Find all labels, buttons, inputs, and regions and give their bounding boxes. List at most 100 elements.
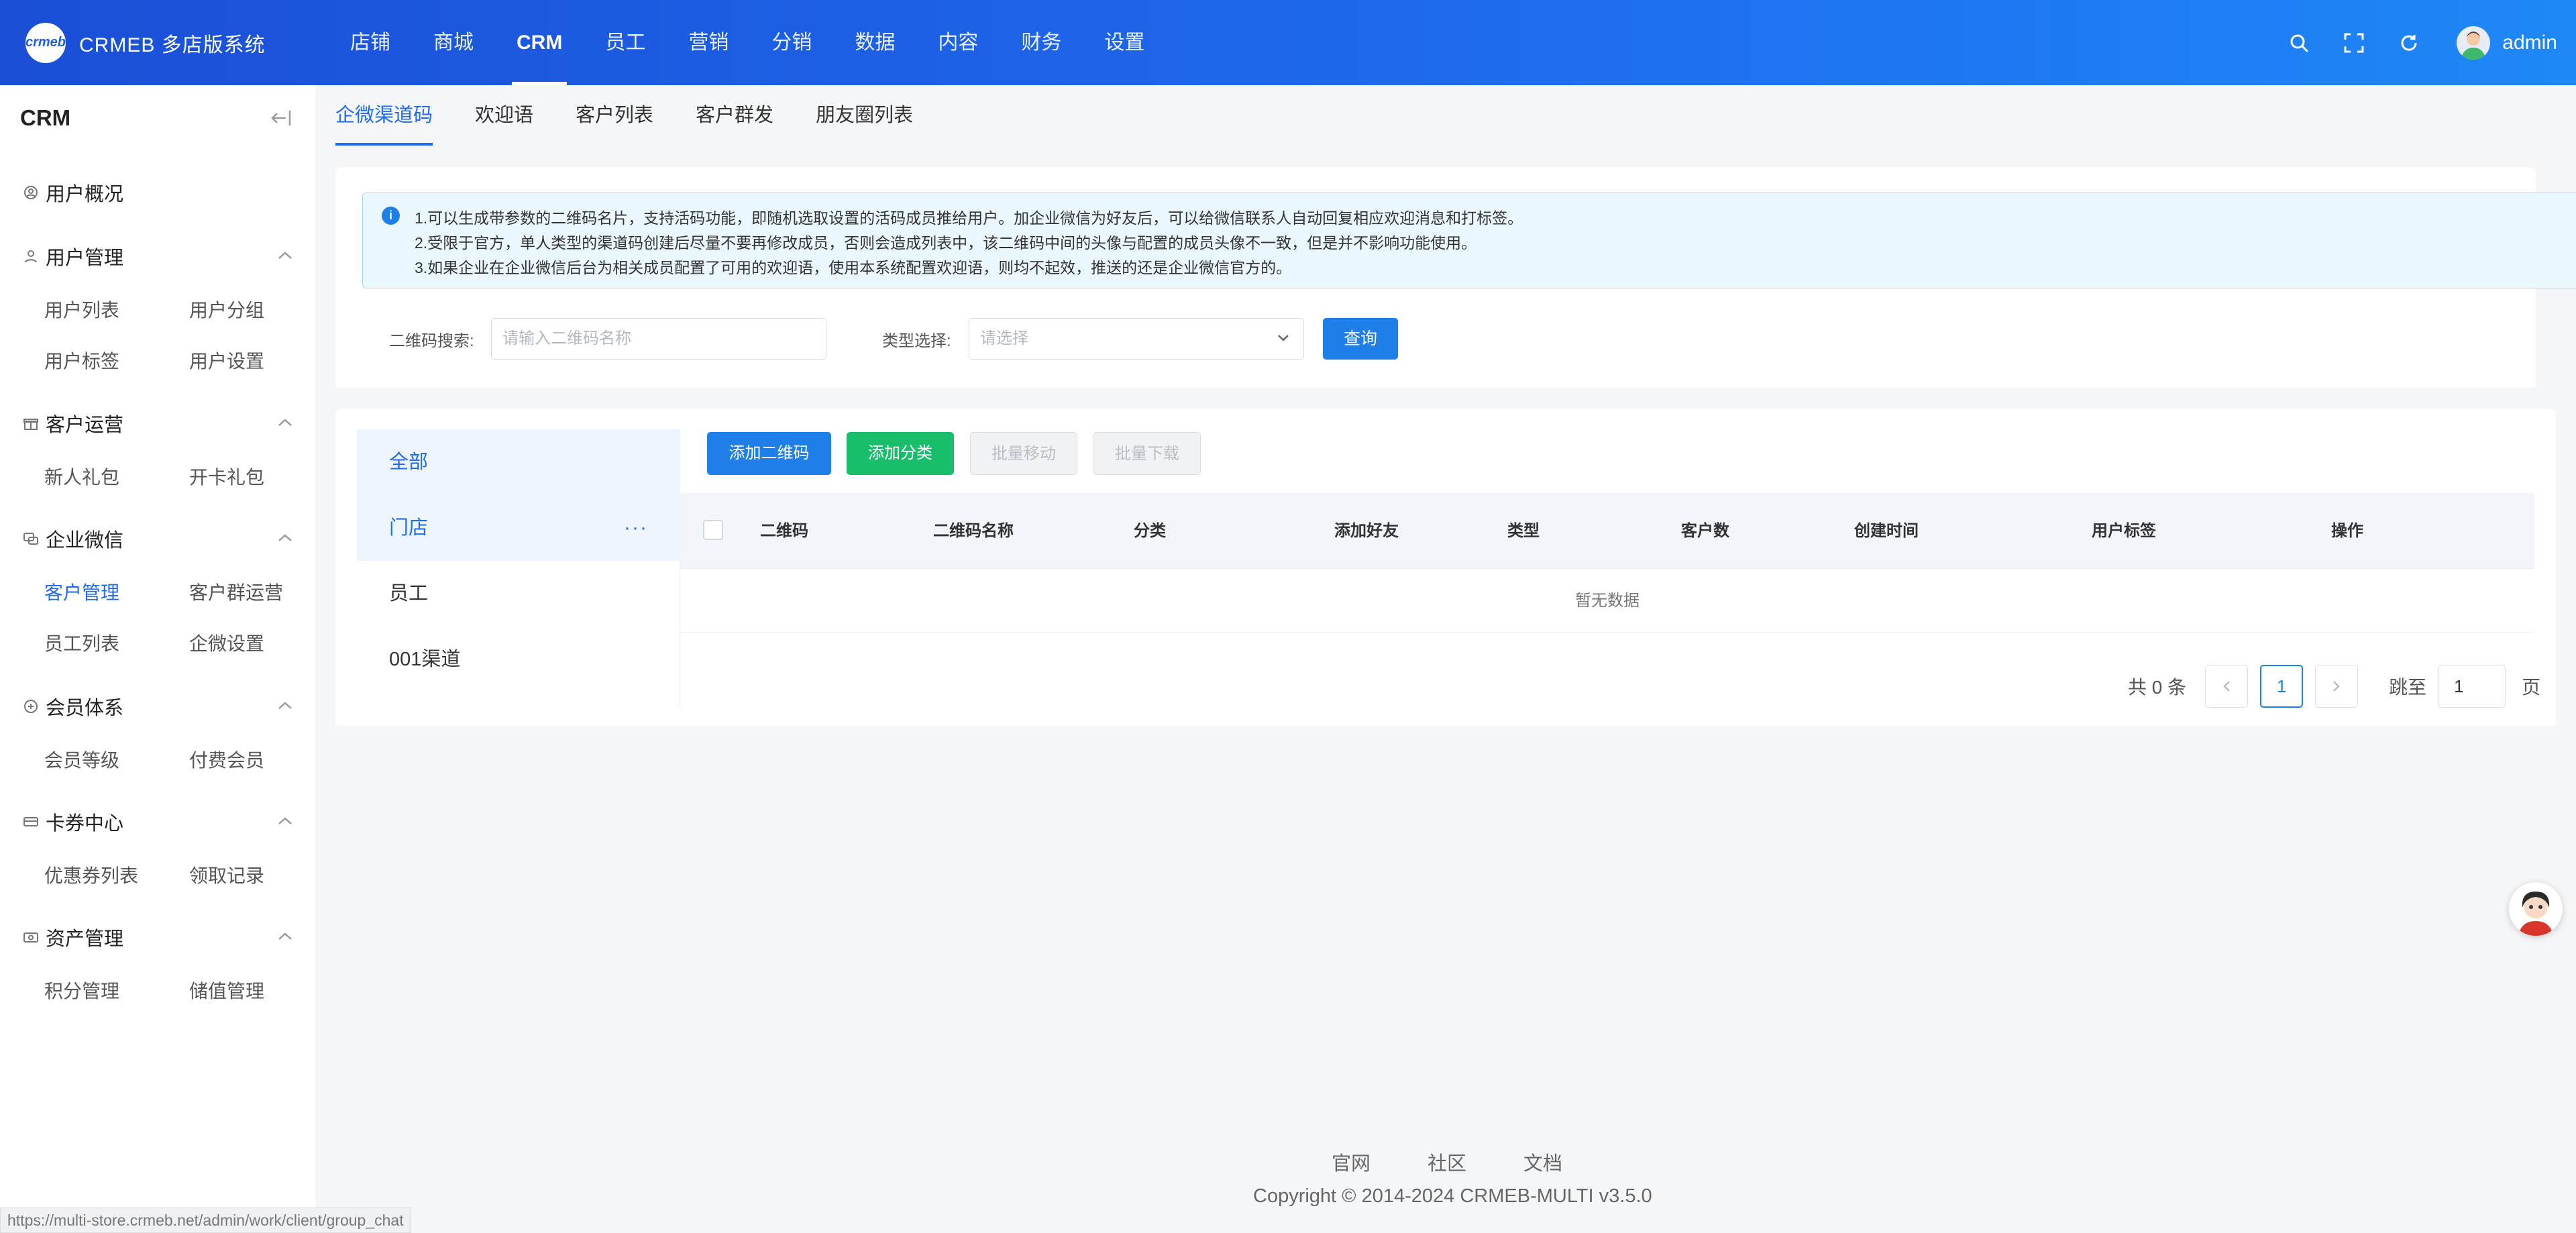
category-staff[interactable]: 员工 [357,561,680,627]
sidebar-group-assets[interactable]: 资产管理 [23,923,123,951]
sub-tabs: 企微渠道码 欢迎语 客户列表 客户群发 朋友圈列表 [335,85,955,146]
collapse-sidebar-icon[interactable] [270,108,292,128]
top-header: crmeb CRMEB 多店版系统 店铺 商城 CRM 员工 营销 分销 数据 … [0,0,2576,85]
chevron-up-icon[interactable] [276,533,294,543]
tab-customer-broadcast[interactable]: 客户群发 [696,85,773,146]
sidebar-item-coupon-list[interactable]: 优惠券列表 [44,861,138,888]
type-select-label: 类型选择: [882,332,951,350]
sidebar-item-user-settings[interactable]: 用户设置 [189,347,264,374]
select-all-checkbox[interactable] [703,520,723,540]
brand-name: CRMEB 多店版系统 [79,34,266,56]
nav-item-store[interactable]: 店铺 [329,0,412,85]
tab-welcome-message[interactable]: 欢迎语 [475,85,533,146]
tab-moments-list[interactable]: 朋友圈列表 [816,85,913,146]
sidebar-title: CRM [20,105,71,130]
page-unit-label: 页 [2522,677,2541,698]
sidebar-group-customer-ops[interactable]: 客户运营 [23,409,123,437]
category-label: 员工 [389,583,429,604]
batch-download-button[interactable]: 批量下载 [1093,432,1201,475]
sidebar-group-wecom[interactable]: 企业微信 [23,525,123,553]
main-nav: 店铺 商城 CRM 员工 营销 分销 数据 内容 财务 设置 [329,0,1166,85]
sidebar-item-user-tags[interactable]: 用户标签 [44,347,119,374]
nav-item-settings[interactable]: 设置 [1083,0,1166,85]
nav-item-distribution[interactable]: 分销 [750,0,833,85]
gift-icon [23,419,38,430]
type-select[interactable]: 请选择 [969,318,1304,360]
batch-move-button[interactable]: 批量移动 [970,432,1077,475]
chevron-up-icon[interactable] [276,816,294,826]
next-page-button[interactable] [2315,665,2359,708]
sidebar-item-card-gift[interactable]: 开卡礼包 [189,463,264,490]
sidebar-group-overview[interactable]: 用户概况 [23,178,123,207]
add-qr-button[interactable]: 添加二维码 [707,432,831,475]
col-qr-name: 二维码名称 [933,522,1014,540]
browser-status-url: https://multi-store.crmeb.net/admin/work… [0,1208,411,1233]
add-category-button[interactable]: 添加分类 [847,432,954,475]
query-button[interactable]: 查询 [1323,318,1398,360]
list-card: 全部 门店 ··· 员工 001渠道 添加二维码 添加分类 批量移动 批量下载 … [335,409,2556,726]
info-alert: i 1.可以生成带参数的二维码名片，支持活码功能，即随机选取设置的活码成员推给用… [362,193,2576,288]
jump-page-input[interactable]: 1 [2438,665,2506,708]
sidebar-group-membership[interactable]: 会员体系 [23,692,123,720]
nav-item-data[interactable]: 数据 [833,0,916,85]
filter-card: i 1.可以生成带参数的二维码名片，支持活码功能，即随机选取设置的活码成员推给用… [335,168,2576,388]
qr-search-input[interactable]: 请输入二维码名称 [491,318,826,360]
sidebar-group-label: 企业微信 [46,530,124,551]
customer-service-avatar[interactable] [2509,882,2563,936]
fullscreen-icon[interactable] [2341,30,2367,56]
member-icon [24,700,38,713]
sidebar-item-points[interactable]: 积分管理 [44,977,119,1004]
footer-link-community[interactable]: 社区 [1428,1148,1466,1176]
nav-item-staff[interactable]: 员工 [584,0,667,85]
category-channel-001[interactable]: 001渠道 [357,627,680,692]
sidebar-group-label: 会员体系 [46,698,124,719]
sidebar-group-user-management[interactable]: 用户管理 [23,242,123,270]
nav-item-content[interactable]: 内容 [916,0,1000,85]
pagination: 共 0 条 1 跳至 1 页 [2128,664,2540,708]
prev-page-button[interactable] [2205,665,2249,708]
page-1-button[interactable]: 1 [2260,665,2304,708]
user-avatar[interactable] [2457,25,2491,60]
sidebar-item-group-ops[interactable]: 客户群运营 [189,578,283,605]
service-agent-icon [2518,892,2553,936]
nav-item-marketing[interactable]: 营销 [667,0,750,85]
chevron-up-icon[interactable] [276,417,294,428]
chevron-up-icon[interactable] [276,931,294,942]
refresh-icon[interactable] [2396,30,2422,56]
brand-logo[interactable]: crmeb CRMEB 多店版系统 [25,22,307,63]
chevron-down-icon [1278,335,1289,341]
sidebar-group-label: 卡券中心 [46,813,124,835]
info-icon: i [382,207,400,225]
table-header: 二维码 二维码名称 分类 添加好友 类型 客户数 创建时间 用户标签 操作 [680,493,2534,569]
nav-item-finance[interactable]: 财务 [1000,0,1083,85]
sidebar-group-coupon-center[interactable]: 卡券中心 [23,808,123,836]
sidebar-item-paid-members[interactable]: 付费会员 [189,746,264,773]
search-icon[interactable] [2286,30,2312,56]
sidebar-item-stored-value[interactable]: 储值管理 [189,977,264,1004]
user-name[interactable]: admin [2502,32,2557,54]
chevron-up-icon[interactable] [276,700,294,711]
sidebar-item-customer-management[interactable]: 客户管理 [44,578,119,605]
overview-icon [24,186,38,199]
more-options-icon[interactable]: ··· [624,495,648,561]
footer-link-docs[interactable]: 文档 [1523,1148,1562,1176]
sidebar-group-label: 资产管理 [46,928,124,950]
sidebar-item-claim-records[interactable]: 领取记录 [189,861,264,888]
col-qr-code: 二维码 [760,522,808,540]
nav-item-crm[interactable]: CRM [495,0,584,85]
footer-link-official-site[interactable]: 官网 [1332,1148,1371,1176]
nav-item-mall[interactable]: 商城 [412,0,495,85]
sidebar-item-newcomer-gift[interactable]: 新人礼包 [44,463,119,490]
sidebar-item-member-levels[interactable]: 会员等级 [44,746,119,773]
sidebar-item-wecom-settings[interactable]: 企微设置 [189,629,264,656]
total-count: 共 0 条 [2128,677,2187,698]
tab-channel-code[interactable]: 企微渠道码 [335,85,433,146]
chevron-up-icon[interactable] [276,250,294,261]
sidebar-item-user-groups[interactable]: 用户分组 [189,296,264,323]
sidebar-item-user-list[interactable]: 用户列表 [44,296,119,323]
category-store[interactable]: 门店 ··· [357,495,680,561]
tab-customer-list[interactable]: 客户列表 [576,85,653,146]
category-all[interactable]: 全部 [357,429,680,495]
sidebar-item-staff-list[interactable]: 员工列表 [44,629,119,656]
chevron-right-icon [2333,681,2340,692]
